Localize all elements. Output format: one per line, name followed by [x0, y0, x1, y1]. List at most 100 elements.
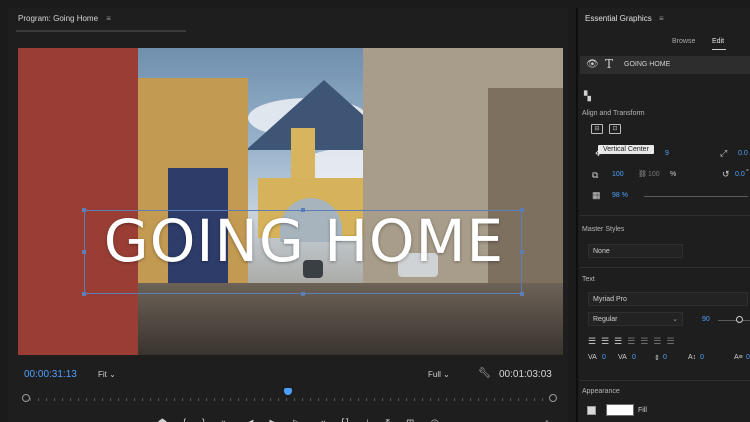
tsume-value[interactable]: 0	[746, 354, 750, 361]
align-vertical-center-icon[interactable]: ⊟	[591, 124, 603, 134]
chevron-down-icon: ⌄	[672, 316, 678, 323]
align-center-icon[interactable]: ☰	[601, 336, 609, 347]
justify-all-icon[interactable]: ☰	[666, 336, 674, 347]
font-style-value: Regular	[593, 316, 618, 323]
program-panel-title[interactable]: Program: Going Home	[18, 14, 98, 23]
text-heading: Text	[582, 276, 595, 283]
leading-value[interactable]: 0	[663, 354, 667, 361]
layer-name[interactable]: GOING HOME	[624, 61, 670, 68]
justify-left-icon[interactable]: ☰	[627, 336, 635, 347]
essential-graphics-panel: Essential Graphics ≡ Browse Edit 👁︎ T GO…	[576, 8, 750, 422]
align-left-icon[interactable]: ☰	[588, 336, 596, 347]
tooltip: Vertical Center	[598, 145, 654, 154]
eg-panel-title[interactable]: Essential Graphics	[585, 14, 652, 23]
fill-color-swatch[interactable]	[606, 404, 634, 416]
rotation-icon: ↺	[722, 169, 730, 179]
extract-button[interactable]: ⤒	[386, 418, 390, 422]
chevron-down-icon: ⌄	[109, 370, 116, 379]
timeline-scrubber[interactable]	[22, 388, 557, 406]
justify-right-icon[interactable]: ☰	[653, 336, 661, 347]
scale-value[interactable]: 100	[612, 171, 624, 178]
go-to-in-button[interactable]: ⇤	[221, 418, 229, 422]
align-buttons: ⊟ ⊡	[591, 124, 621, 134]
font-size-slider-knob[interactable]	[736, 316, 743, 323]
opacity-value[interactable]: 98 %	[612, 192, 628, 199]
scale-icon: ⧉	[592, 170, 599, 180]
kerning-icon: VA	[588, 354, 597, 361]
section-divider	[580, 380, 750, 381]
program-panel-menu-icon[interactable]: ≡	[106, 14, 111, 23]
anchor-x-value[interactable]: 0.0	[738, 150, 748, 157]
export-frame-button[interactable]: ⊞	[406, 418, 414, 422]
baseline-shift-value[interactable]: 0	[700, 354, 704, 361]
leading-icon: ⇕	[654, 355, 660, 362]
step-back-button[interactable]: ◀	[246, 418, 254, 422]
tab-browse[interactable]: Browse	[672, 38, 695, 45]
video-preview[interactable]: GOING HOME	[18, 48, 563, 355]
tab-edit[interactable]: Edit	[712, 38, 724, 45]
program-timebar: 00:00:31:13 Fit ⌄ Full ⌄ 🔧︎ 00:01:03:03	[8, 366, 568, 382]
layer-row[interactable]: 👁︎ T GOING HOME	[580, 56, 750, 74]
rotation-value[interactable]: 0.0	[735, 171, 745, 178]
tracking-value[interactable]: 0	[632, 354, 636, 361]
resolution-select[interactable]: Full ⌄	[428, 370, 450, 379]
section-divider	[580, 267, 750, 268]
add-marker-button[interactable]: ⬟	[158, 418, 167, 422]
zoom-fit-label: Fit	[98, 370, 107, 379]
align-right-icon[interactable]: ☰	[614, 336, 622, 347]
video-title-text[interactable]: GOING HOME	[84, 212, 524, 270]
eg-tabs: Browse Edit	[578, 38, 750, 50]
playhead[interactable]	[284, 388, 292, 395]
fill-label: Fill	[638, 407, 647, 414]
appearance-heading: Appearance	[582, 388, 620, 395]
out-point-marker[interactable]	[549, 394, 557, 402]
go-to-out-button[interactable]: ⇥	[317, 418, 325, 422]
baseline-shift-icon: A↕	[688, 354, 697, 361]
tracking-icon: VA	[618, 354, 627, 361]
settings-wrench-icon[interactable]: 🔧︎	[478, 368, 491, 379]
active-panel-indicator	[16, 30, 186, 32]
program-panel-header: Program: Going Home ≡	[18, 14, 111, 23]
lift-button[interactable]: ⤓	[365, 418, 369, 422]
font-family-select[interactable]: Myriad Pro	[588, 292, 748, 306]
eg-panel-menu-icon[interactable]: ≡	[659, 14, 664, 23]
eye-icon[interactable]: 👁︎	[586, 59, 599, 70]
time-ruler[interactable]	[30, 398, 548, 401]
anchor-point-icon: ⤢	[720, 148, 728, 158]
current-timecode[interactable]: 00:00:31:13	[24, 369, 77, 380]
active-tab-indicator	[712, 49, 726, 50]
duration-timecode: 00:01:03:03	[499, 369, 552, 380]
position-y-value[interactable]: 9	[665, 150, 669, 157]
font-size-slider[interactable]	[718, 320, 750, 321]
justify-center-icon[interactable]: ☰	[640, 336, 648, 347]
align-transform-heading: Align and Transform	[582, 110, 645, 117]
align-horizontal-center-icon[interactable]: ⊡	[609, 124, 621, 134]
master-styles-select[interactable]: None	[588, 244, 683, 258]
transport-controls: ⬟ { } ⇤ ◀ ▶ ▷ ⇥ ⁅⁆ ⤓ ⤒ ⊞ ◎ +	[158, 418, 558, 422]
bbox-handle[interactable]	[301, 292, 305, 296]
button-editor-add-button[interactable]: +	[544, 418, 550, 422]
program-monitor-panel: Program: Going Home ≡ GOING HOME 00:00:3…	[8, 8, 568, 422]
font-size-value[interactable]: 90	[702, 316, 710, 323]
tsume-icon: A≡	[734, 354, 743, 361]
opacity-slider[interactable]	[644, 196, 748, 197]
arch-tower	[291, 128, 315, 183]
step-forward-button[interactable]: ▷	[293, 418, 301, 422]
bbox-handle[interactable]	[520, 292, 524, 296]
play-in-to-out-button[interactable]: ⁅⁆	[341, 418, 349, 422]
camera-icon[interactable]: ◎	[430, 418, 439, 422]
kerning-value[interactable]: 0	[602, 354, 606, 361]
font-style-select[interactable]: Regular ⌄	[588, 312, 683, 326]
in-point-marker[interactable]	[22, 394, 30, 402]
play-button[interactable]: ▶	[269, 418, 277, 422]
mark-out-button[interactable]: }	[202, 418, 205, 422]
master-styles-heading: Master Styles	[582, 226, 625, 233]
fill-checkbox[interactable]	[587, 406, 596, 415]
eg-panel-header: Essential Graphics ≡	[585, 14, 664, 23]
new-layer-icon[interactable]: ▚	[584, 91, 591, 102]
mark-in-button[interactable]: {	[183, 418, 186, 422]
zoom-fit-select[interactable]: Fit ⌄	[98, 370, 116, 379]
bbox-handle[interactable]	[82, 292, 86, 296]
link-icon[interactable]: ⛓︎	[638, 170, 647, 178]
rotation-unit: °	[746, 169, 749, 176]
